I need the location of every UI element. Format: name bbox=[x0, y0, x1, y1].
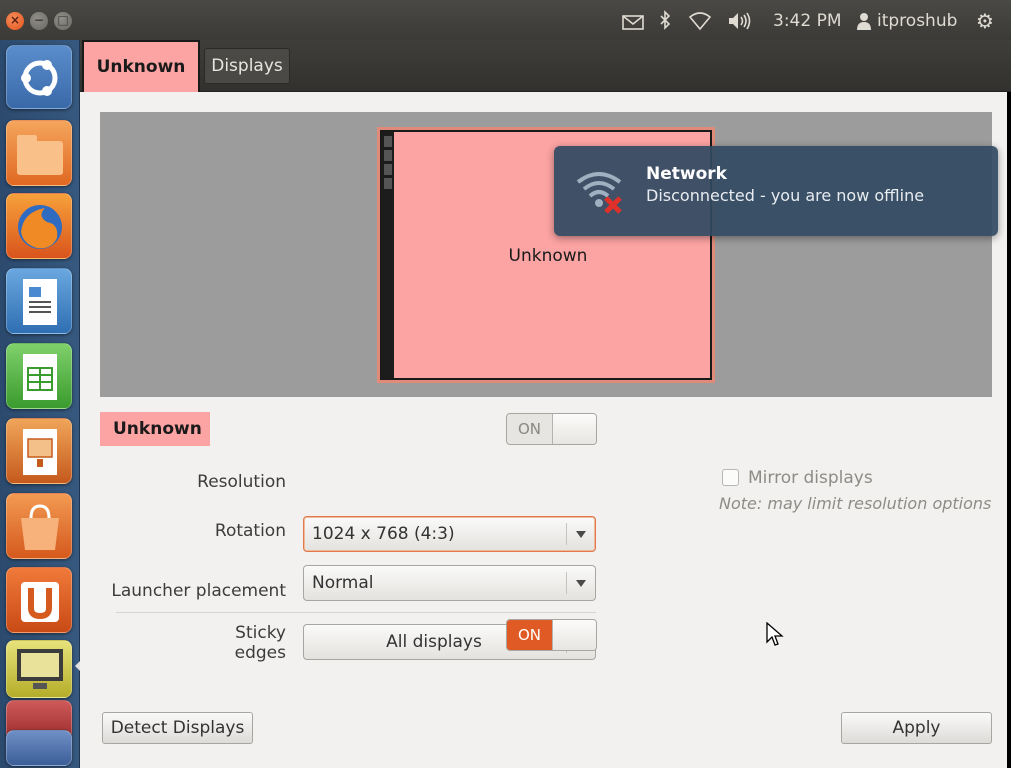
tab-unknown-monitor[interactable]: Unknown bbox=[82, 40, 200, 94]
section-divider bbox=[116, 612, 596, 613]
bluetooth-icon[interactable] bbox=[658, 8, 672, 34]
impress-icon[interactable] bbox=[6, 418, 72, 484]
chevron-down-icon bbox=[576, 580, 586, 587]
tab-bar: Unknown Displays bbox=[80, 40, 1011, 94]
files-icon[interactable] bbox=[6, 120, 72, 186]
rotation-dropdown[interactable]: Normal bbox=[303, 565, 596, 601]
apply-button[interactable]: Apply bbox=[841, 712, 992, 744]
user-icon[interactable] bbox=[856, 8, 872, 34]
resolution-label: Resolution bbox=[197, 472, 286, 492]
notification-body: Disconnected - you are now offline bbox=[646, 186, 925, 205]
monitor-power-switch-knob bbox=[552, 414, 596, 444]
desktop-screen: × − □ 3:42 PM itproshub ⚙ Unknown Displa… bbox=[0, 0, 1011, 768]
writer-icon[interactable] bbox=[6, 268, 72, 334]
tab-displays[interactable]: Displays bbox=[204, 48, 290, 84]
volume-icon[interactable] bbox=[727, 8, 753, 34]
window-close-button[interactable]: × bbox=[6, 12, 24, 30]
mirror-displays-checkbox[interactable] bbox=[722, 469, 739, 486]
window-maximize-button[interactable]: □ bbox=[54, 12, 72, 30]
network-notification: Network Disconnected - you are now offli… bbox=[554, 146, 998, 236]
displays-settings-icon[interactable] bbox=[6, 640, 72, 698]
software-center-icon[interactable] bbox=[6, 493, 72, 559]
rotation-label: Rotation bbox=[214, 521, 286, 541]
sticky-edges-switch-label: ON bbox=[507, 620, 552, 650]
mouse-pointer-icon bbox=[766, 621, 784, 648]
chevron-down-icon bbox=[576, 531, 586, 538]
mirror-displays-note: Note: may limit resolution options bbox=[719, 494, 992, 513]
dropdown-separator bbox=[566, 572, 567, 594]
firefox-icon[interactable] bbox=[6, 193, 72, 259]
calc-icon[interactable] bbox=[6, 343, 72, 409]
clock[interactable]: 3:42 PM bbox=[773, 8, 842, 34]
gear-icon[interactable]: ⚙ bbox=[976, 8, 998, 34]
monitor-power-switch-label: ON bbox=[517, 420, 542, 438]
rotation-value: Normal bbox=[312, 573, 374, 593]
mail-icon[interactable] bbox=[622, 8, 644, 34]
sticky-edges-label: Sticky edges bbox=[234, 623, 286, 663]
wifi-icon[interactable] bbox=[688, 8, 712, 34]
notification-title: Network bbox=[646, 164, 727, 184]
ubuntu-dash-icon[interactable] bbox=[6, 45, 72, 109]
workspace-switcher-icon[interactable] bbox=[6, 730, 72, 766]
window-minimize-button[interactable]: − bbox=[30, 12, 48, 30]
monitor-preview-label: Unknown bbox=[508, 246, 588, 266]
mirror-displays-label: Mirror displays bbox=[748, 468, 873, 488]
ubuntu-one-icon[interactable] bbox=[6, 567, 72, 633]
detect-displays-button[interactable]: Detect Displays bbox=[102, 712, 253, 744]
sticky-edges-switch[interactable]: ON bbox=[506, 619, 597, 651]
username[interactable]: itproshub bbox=[877, 8, 957, 34]
launcher-placement-label: Launcher placement bbox=[111, 581, 286, 601]
sticky-edges-switch-knob bbox=[552, 620, 596, 650]
network-disconnected-icon bbox=[574, 166, 630, 216]
resolution-value: 1024 x 768 (4:3) bbox=[312, 524, 455, 544]
resolution-dropdown[interactable]: 1024 x 768 (4:3) bbox=[303, 516, 596, 552]
top-panel: × − □ 3:42 PM itproshub ⚙ bbox=[0, 0, 1011, 40]
dropdown-separator bbox=[566, 523, 567, 545]
monitor-name-badge: Unknown bbox=[100, 412, 210, 446]
monitor-power-switch[interactable]: ON bbox=[506, 413, 597, 445]
